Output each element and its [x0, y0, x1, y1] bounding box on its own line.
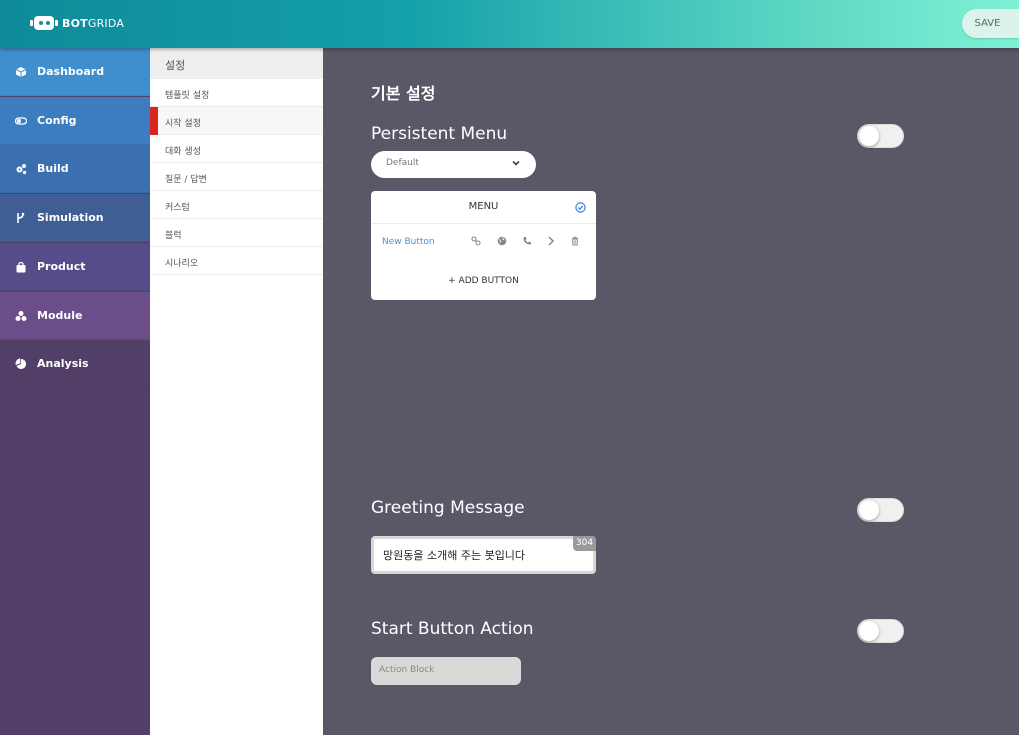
- nav-product[interactable]: Product: [0, 243, 150, 291]
- main-content: 기본 설정 Persistent Menu Default MENU New B…: [323, 48, 1019, 735]
- toggle-knob: [859, 621, 879, 641]
- globe-icon[interactable]: [497, 236, 507, 246]
- cubes-icon: [15, 310, 27, 322]
- start-action-toggle[interactable]: [857, 619, 904, 643]
- submenu-item-block[interactable]: 블럭: [150, 219, 323, 247]
- persistent-menu-card: MENU New Button + ADD BUTTON: [371, 191, 596, 300]
- nav-config[interactable]: Config: [0, 97, 150, 145]
- submenu-item-custom[interactable]: 커스텀: [150, 191, 323, 219]
- nav-module[interactable]: Module: [0, 292, 150, 340]
- menu-card-header: MENU: [371, 191, 596, 224]
- nav-label: Product: [37, 260, 86, 273]
- greeting-text: 망원동을 소개해 주는 봇입니다: [383, 549, 526, 562]
- nav-simulation[interactable]: Simulation: [0, 194, 150, 242]
- add-button[interactable]: + ADD BUTTON: [371, 276, 596, 286]
- trash-icon[interactable]: [570, 236, 580, 246]
- dropdown-value: Default: [386, 158, 419, 168]
- submenu-item-template[interactable]: 템플릿 설정: [150, 79, 323, 107]
- bag-icon: [15, 261, 27, 273]
- save-button[interactable]: SAVE: [962, 9, 1019, 38]
- cube-icon: [15, 66, 27, 78]
- settings-submenu: 설정 템플릿 설정 시작 설정 대화 생성 질문 / 답변 커스텀 블럭 시나리…: [150, 48, 323, 735]
- toggle-icon: [15, 115, 27, 127]
- nav-label: Module: [37, 309, 83, 322]
- link-icon[interactable]: [471, 236, 481, 246]
- chevron-down-icon: [512, 160, 520, 166]
- menu-card-title: MENU: [468, 201, 499, 212]
- pie-chart-icon: [15, 358, 27, 370]
- toggle-knob: [859, 500, 879, 520]
- toggle-knob: [859, 126, 879, 146]
- nav-label: Dashboard: [37, 65, 105, 78]
- branch-icon: [15, 212, 27, 224]
- greeting-input[interactable]: 망원동을 소개해 주는 봇입니다 304: [371, 536, 596, 574]
- menu-button-label[interactable]: New Button: [382, 237, 435, 247]
- nav-label: Config: [37, 114, 77, 127]
- persistent-menu-title: Persistent Menu: [371, 124, 508, 144]
- botgrida-logo[interactable]: BOTGRIDA: [30, 15, 124, 31]
- nav-build[interactable]: Build: [0, 145, 150, 193]
- phone-icon[interactable]: [522, 236, 532, 246]
- top-header: BOTGRIDA SAVE: [0, 0, 1019, 48]
- action-block-select[interactable]: Action Block: [371, 657, 521, 685]
- submenu-item-qna[interactable]: 질문 / 답변: [150, 163, 323, 191]
- nav-analysis[interactable]: Analysis: [0, 340, 150, 388]
- check-circle-icon[interactable]: [575, 202, 586, 213]
- gears-icon: [15, 163, 27, 175]
- nav-label: Analysis: [37, 357, 89, 370]
- chevron-right-icon[interactable]: [546, 236, 556, 246]
- submenu-item-conversation[interactable]: 대화 생성: [150, 135, 323, 163]
- greeting-title: Greeting Message: [371, 498, 525, 518]
- char-count-badge: 304: [573, 536, 596, 551]
- menu-button-row: New Button: [371, 231, 596, 253]
- nav-dashboard[interactable]: Dashboard: [0, 48, 150, 96]
- submenu-item-start[interactable]: 시작 설정: [150, 107, 323, 135]
- start-action-title: Start Button Action: [371, 619, 534, 639]
- robot-icon: [30, 15, 58, 31]
- logo-text: BOTGRIDA: [62, 16, 125, 30]
- greeting-toggle[interactable]: [857, 498, 904, 522]
- submenu-title: 설정: [150, 48, 323, 79]
- submenu-item-scenario[interactable]: 시나리오: [150, 247, 323, 275]
- page-title: 기본 설정: [371, 84, 436, 103]
- nav-label: Build: [37, 162, 69, 175]
- nav-label: Simulation: [37, 211, 104, 224]
- persistent-menu-toggle[interactable]: [857, 124, 904, 148]
- main-sidebar: Dashboard Config Build Simulation Produc…: [0, 48, 150, 735]
- persistent-menu-dropdown[interactable]: Default: [371, 151, 536, 178]
